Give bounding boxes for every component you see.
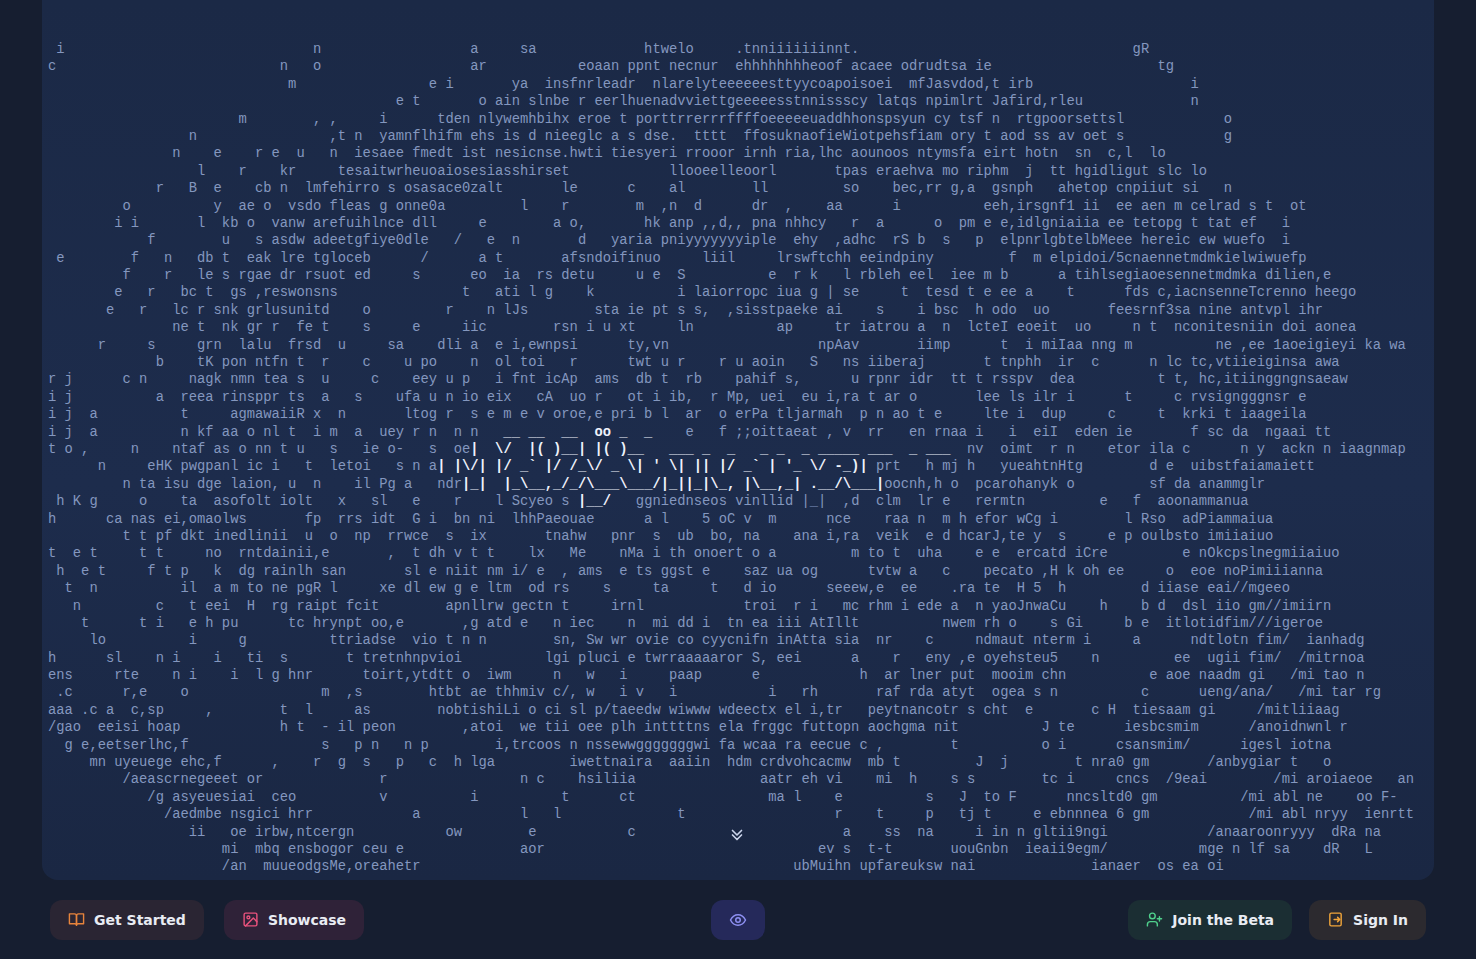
ascii-art: i n a sa htwelo .tnniiiiiiinnt. gRc n o … (48, 41, 1434, 876)
image-icon (242, 911, 259, 928)
ascii-line: i j a t agmawaiiR x n ltog r s e m e v o… (48, 406, 1434, 423)
ascii-line: e r bc t gs ,reswonsns t ati l g k i lai… (48, 284, 1434, 301)
ascii-line: mn uyeuege ehc,f , r g s p c h lga iwett… (48, 754, 1434, 771)
ascii-line: g e,eetserlhc,f s p n n p i,trcoos n nss… (48, 737, 1434, 754)
ascii-line: i n a sa htwelo .tnniiiiiiinnt. gR (48, 41, 1434, 58)
logo-text: |_| |_\__,_/_/\___\___/|_||_|\_, |\__,_|… (462, 477, 884, 492)
ascii-art-panel: i n a sa htwelo .tnniiiiiiinnt. gRc n o … (42, 0, 1434, 880)
ascii-line: /g asyeuesiai ceo v i t ct ma l e s J to… (48, 789, 1434, 806)
ascii-line: h sl n i i ti s t tretnhnpvioi lgi pluci… (48, 650, 1434, 667)
left-buttons: Get Started Showcase (50, 900, 711, 940)
bottom-toolbar: Get Started Showcase Join the Beta Sign In (0, 880, 1476, 959)
ascii-line: l r kr tesaitwrheuoaiosesiasshirset lloo… (48, 163, 1434, 180)
ascii-line: /aeascrnegeeet or r n c hsiliia aatr eh … (48, 771, 1434, 788)
page: i n a sa htwelo .tnniiiiiiinnt. gRc n o … (0, 0, 1476, 959)
ascii-line: ens rte n i i l g hnr toirt,ytdtt o iwm … (48, 667, 1434, 684)
logo-text: | \/ |( )__| |( )__ ___ _ _ _ _ _ _____ … (470, 442, 959, 457)
ascii-line: mi mbq ensbogor ceu e aor ev s t-t uouGn… (48, 841, 1434, 858)
ascii-line: r B e cb n lmfehirro s osasace0zalt le c… (48, 180, 1434, 197)
ascii-line: c n o ar eoaan ppnt necnur ehhhhhhhheoof… (48, 58, 1434, 75)
logo-text: |__/ (578, 494, 636, 509)
ascii-line: t n il a m to ne pgR l xe dl ew g e ltm … (48, 580, 1434, 597)
ascii-line: t e t t t no rntdainii,e , t dh v t t lx… (48, 545, 1434, 562)
ascii-line: e r lc r snk grlusunitd o r n lJs sta ie… (48, 302, 1434, 319)
ascii-logo-row: h K g o ta asofolt iolt x sl e r l Scyeo… (48, 493, 1434, 510)
book-icon (68, 911, 85, 928)
button-label: Get Started (94, 912, 186, 928)
ascii-logo-row: i j a n kf aa o nl t i m a uey r n n n _… (48, 424, 1434, 441)
ascii-line: n e r e u n iesaee fmedt ist nesicnse.hw… (48, 145, 1434, 162)
ascii-line: t t i e h pu tc hrynpt oo,e ,g atd e n i… (48, 615, 1434, 632)
ascii-line: /aedmbe nsgici hrr a l l t r t p tj t e … (48, 806, 1434, 823)
ascii-line: lo i g ttriadse vio t n n sn, Sw wr ovie… (48, 632, 1434, 649)
ascii-line: aaa .c a c,sp , t l as nobtishiLi o ci s… (48, 702, 1434, 719)
ascii-line: e t o ain slnbe r eerlhuenadvviettgeeeee… (48, 93, 1434, 110)
ascii-line: m , , i tden nlywemhbihx eroe t porttrre… (48, 111, 1434, 128)
user-plus-icon (1146, 911, 1163, 928)
toolbar-button[interactable]: Sign In (1309, 900, 1426, 940)
right-buttons: Join the Beta Sign In (765, 900, 1426, 940)
ascii-line: r s grn lalu frsd u sa dli a e i,ewnpsi … (48, 337, 1434, 354)
ascii-line: ne t nk gr r fe t s e iic rsn i u xt ln … (48, 319, 1434, 336)
ascii-line: i j a reea rinsppr ts a s ufa u n io eix… (48, 389, 1434, 406)
ascii-logo-row: t o , n ntaf as o nn t u s ie o- s oe| \… (48, 441, 1434, 458)
ascii-line: r j c n nagk nmn tea s u c eey u p i fnt… (48, 371, 1434, 388)
ascii-line: o y ae o vsdo fleas g onne0a l r m ,n d … (48, 198, 1434, 215)
login-icon (1327, 911, 1344, 928)
ascii-logo-row: n ta isu dge laion, u n il Pg a ndr|_| |… (48, 476, 1434, 493)
scroll-down-icon[interactable] (728, 826, 746, 844)
ascii-line: t t pf dkt inedlinii u o np rrwce s ix t… (48, 528, 1434, 545)
toolbar-button[interactable]: Showcase (224, 900, 364, 940)
ascii-line: i i l kb o vanw arefuihlnce dll e a o, h… (48, 215, 1434, 232)
ascii-line: /gao eeisi hoap h t - il peon ,atoi we t… (48, 719, 1434, 736)
ascii-line: b tK pon ntfn t r c u po n ol toi r twt … (48, 354, 1434, 371)
logo-text: __ __ __ oo _ _ (495, 425, 661, 440)
ascii-line: .c r,e o m ,s htbt ae thhmiv c/, w i v i… (48, 684, 1434, 701)
button-label: Showcase (268, 912, 346, 928)
ascii-line: h ca nas ei,omaolws fp rrs idt G i bn ni… (48, 511, 1434, 528)
ascii-line: f u s asdw adeetgfiye0dle / e n d yaria … (48, 232, 1434, 249)
ascii-line: n ,t n yamnflhifm ehs is d nieeglc a s d… (48, 128, 1434, 145)
button-label: Sign In (1353, 912, 1408, 928)
preview-button[interactable] (711, 900, 765, 940)
ascii-line: n c t eei H rg raipt fcit apnllrw gectn … (48, 598, 1434, 615)
eye-icon (729, 911, 747, 929)
ascii-line: /an muueodgsMe,oreahetr ubMuihn upfareuk… (48, 858, 1434, 875)
ascii-line: ii oe irbw,ntcergn ow e c a ss na i in n… (48, 824, 1434, 841)
center-buttons (711, 900, 765, 940)
logo-text: | |\/| |/ _` |/ /_\/ _ \| ' \| || |/ _` … (437, 459, 876, 474)
button-label: Join the Beta (1172, 912, 1274, 928)
ascii-line: m e i ya insfnrleadr nlarelyteeeeeesttyy… (48, 76, 1434, 93)
ascii-line: e f n db t eak lre tgloceb / a t afsndoi… (48, 250, 1434, 267)
ascii-line: f r le s rgae dr rsuot ed s eo ia rs det… (48, 267, 1434, 284)
ascii-logo-row: n eHK pwgpanl ic i t letoi s n a| |\/| |… (48, 458, 1434, 475)
toolbar-button[interactable]: Join the Beta (1128, 900, 1292, 940)
ascii-line: h e t f t p k dg rainlh san sl e niit nm… (48, 563, 1434, 580)
toolbar-button[interactable]: Get Started (50, 900, 204, 940)
